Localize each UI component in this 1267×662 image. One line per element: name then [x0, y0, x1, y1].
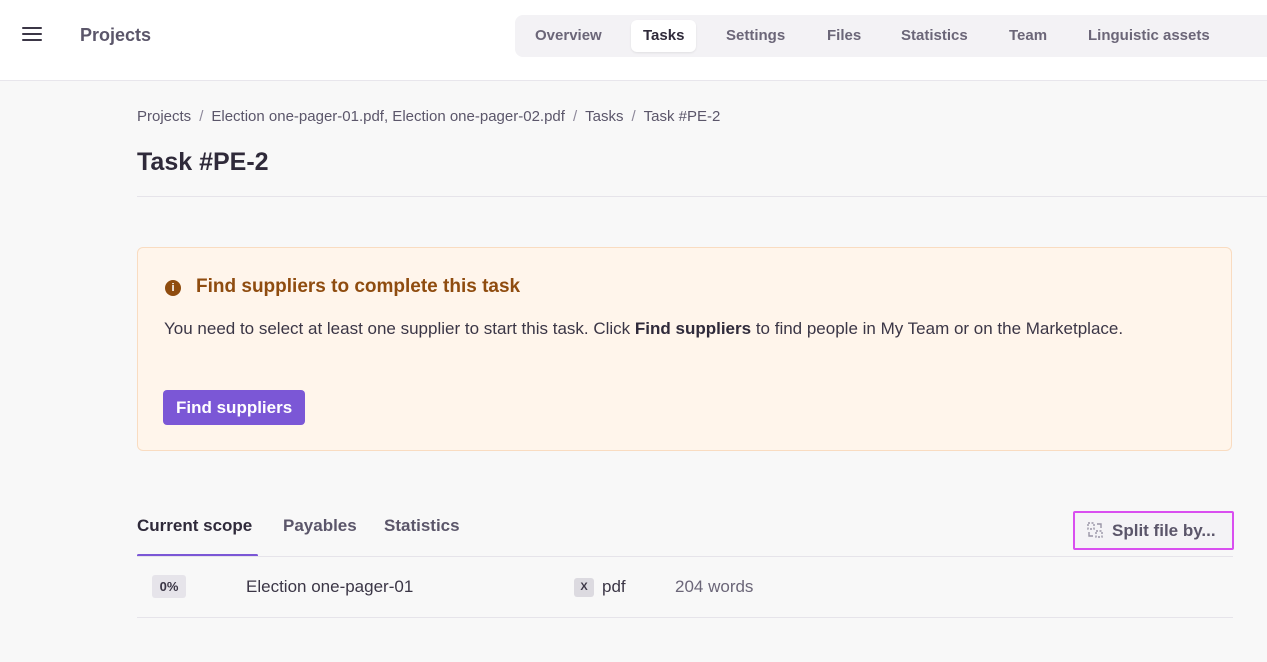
tab-statistics[interactable]: Statistics: [889, 20, 980, 52]
tab-payables[interactable]: Payables: [283, 516, 357, 536]
file-name: Election one-pager-01: [246, 577, 414, 596]
app-title: Projects: [80, 25, 152, 45]
find-suppliers-alert: i Find suppliers to complete this task Y…: [137, 247, 1232, 451]
file-extension: pdf: [602, 577, 626, 596]
breadcrumb-current: Task #PE-2: [643, 108, 721, 125]
split-file-label: Split file by...: [1112, 521, 1216, 540]
tab-tasks[interactable]: Tasks: [631, 20, 697, 52]
tab-linguistic-assets[interactable]: Linguistic assets: [1076, 20, 1222, 52]
breadcrumb-separator: /: [572, 108, 578, 125]
tab-overview[interactable]: Overview: [523, 20, 614, 52]
find-suppliers-button[interactable]: Find suppliers: [163, 390, 306, 425]
alert-text-part: to find people in My Team or on the Mark…: [751, 319, 1124, 338]
tab-scope-statistics[interactable]: Statistics: [384, 516, 460, 536]
breadcrumb-projects[interactable]: Projects: [137, 108, 191, 125]
file-type-icon: X: [574, 578, 594, 597]
hamburger-menu-icon[interactable]: [22, 27, 42, 45]
breadcrumb: Projects / Election one-pager-01.pdf, Elec…: [137, 108, 720, 125]
divider: [137, 196, 1267, 197]
page-title: Task #PE-2: [137, 148, 269, 176]
tab-current-scope[interactable]: Current scope: [137, 516, 252, 536]
alert-text-part: You need to select at least one supplier…: [164, 319, 635, 338]
split-file-button[interactable]: Split file by...: [1073, 511, 1234, 550]
file-row[interactable]: 0% Election one-pager-01 X pdf 204 words: [137, 557, 1233, 618]
word-count: 204 words: [675, 577, 754, 596]
split-icon: [1087, 522, 1103, 538]
top-bar: Projects Overview Tasks Settings Files S…: [0, 0, 1267, 81]
breadcrumb-tasks[interactable]: Tasks: [585, 108, 623, 125]
breadcrumb-separator: /: [199, 108, 204, 125]
progress-badge: 0%: [152, 575, 186, 598]
info-icon: i: [165, 280, 181, 296]
alert-text: You need to select at least one supplier…: [164, 316, 1164, 341]
project-tab-bar: Overview Tasks Settings Files Statistics…: [515, 15, 1267, 57]
breadcrumb-separator: /: [631, 108, 636, 125]
breadcrumb-project-files[interactable]: Election one-pager-01.pdf, Election one-…: [211, 108, 565, 125]
tab-settings[interactable]: Settings: [714, 20, 797, 52]
alert-text-bold: Find suppliers: [634, 319, 752, 338]
tab-files[interactable]: Files: [815, 20, 873, 52]
tab-team[interactable]: Team: [997, 20, 1059, 52]
alert-title: Find suppliers to complete this task: [196, 276, 521, 297]
